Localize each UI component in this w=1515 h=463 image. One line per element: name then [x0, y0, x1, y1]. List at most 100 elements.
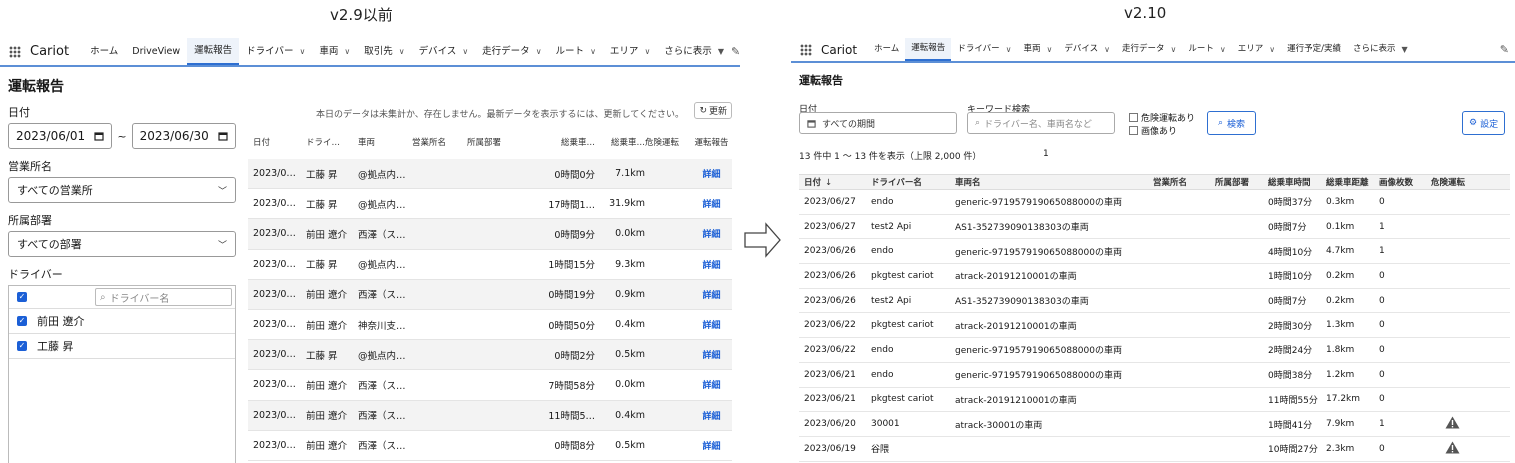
settings-button[interactable]: ⚙ 設定: [1462, 111, 1506, 135]
caret-down-icon[interactable]: ▼: [718, 38, 724, 65]
nav-tab-5[interactable]: 取引先 ∨: [357, 38, 411, 65]
date-period-select[interactable]: すべての期間: [799, 112, 957, 134]
nav-tab-6[interactable]: デバイス ∨: [412, 38, 476, 65]
column-header[interactable]: 所属部署: [467, 136, 522, 148]
chevron-down-icon[interactable]: ∨: [590, 38, 596, 65]
nav-tab-0[interactable]: ホーム: [83, 38, 125, 65]
caret-down-icon[interactable]: ▼: [1402, 38, 1408, 61]
select-all-checkbox[interactable]: ✓: [17, 292, 27, 302]
chevron-down-icon[interactable]: ∨: [462, 38, 468, 65]
column-header[interactable]: 日付 ↓: [799, 176, 868, 188]
driver-checkbox[interactable]: ✓: [17, 341, 27, 351]
table-cell-vehicle: atrack-20191210001の車両: [955, 321, 1077, 332]
detail-link[interactable]: 詳細: [691, 378, 732, 391]
table-row: 2023/0… 工藤 昇 @拠点内… 0時間2分 0.5km 詳細: [248, 340, 732, 371]
nav-tab-0[interactable]: ホーム: [868, 38, 905, 61]
column-header[interactable]: 車両: [358, 136, 412, 148]
nav-tab-2[interactable]: 運転報告: [187, 38, 240, 65]
waffle-icon[interactable]: [800, 43, 812, 56]
checkbox-box[interactable]: [1129, 126, 1138, 135]
chevron-down-icon[interactable]: ∨: [1047, 38, 1053, 61]
table-row: 2023/06/21 endo generic-971957919065088000…: [799, 363, 1510, 388]
table-cell-time: 1時間41分: [1268, 420, 1313, 431]
nav-tab-7[interactable]: 走行データ ∨: [475, 38, 548, 65]
page-number[interactable]: 1: [1043, 149, 1049, 159]
column-header[interactable]: 総乗車距離: [1323, 176, 1376, 188]
chevron-down-icon[interactable]: ∨: [644, 38, 650, 65]
column-header[interactable]: 営業所名: [412, 136, 467, 148]
driver-checkbox[interactable]: ✓: [17, 316, 27, 326]
chevron-down-icon[interactable]: ∨: [344, 38, 350, 65]
nav-tab-1[interactable]: DriveView: [125, 38, 187, 65]
nav-tab-5[interactable]: 走行データ ∨: [1116, 38, 1182, 61]
chevron-down-icon[interactable]: ∨: [1104, 38, 1110, 61]
column-header[interactable]: 日付: [248, 136, 303, 148]
dept-select[interactable]: すべての部署 ﹀: [8, 231, 236, 257]
keyword-search-input[interactable]: ⌕ ドライバー名、車両名など: [967, 112, 1115, 134]
danger-filter-checkbox[interactable]: 危険運転あり: [1129, 111, 1195, 124]
detail-link[interactable]: 詳細: [691, 167, 732, 180]
column-header[interactable]: 総乗車…: [522, 136, 595, 148]
date-from-input[interactable]: 2023/06/01: [8, 123, 113, 149]
refresh-button[interactable]: ↻ 更新: [694, 102, 732, 119]
nav-tab-10[interactable]: さらに表示 ▼: [657, 38, 731, 65]
detail-link[interactable]: 詳細: [691, 227, 732, 240]
nav-tab-1[interactable]: 運転報告: [905, 38, 952, 61]
chevron-down-icon[interactable]: ∨: [299, 38, 305, 65]
column-header[interactable]: 運転報告: [691, 136, 732, 148]
table-cell: 2023/0…: [253, 409, 296, 421]
arrow-down-icon[interactable]: ↓: [825, 178, 832, 188]
nav-tab-7[interactable]: エリア ∨: [1232, 38, 1281, 61]
detail-link[interactable]: 詳細: [691, 348, 732, 361]
waffle-icon[interactable]: [9, 45, 21, 58]
table-cell-driver: endo: [871, 369, 894, 380]
pencil-icon[interactable]: ✎: [1500, 43, 1509, 56]
detail-link[interactable]: 詳細: [691, 258, 732, 271]
column-header-label: 画像枚数: [1379, 178, 1414, 188]
column-header[interactable]: 車両名: [952, 176, 1150, 188]
nav-tab-label: エリア: [1237, 44, 1264, 54]
chevron-down-icon[interactable]: ∨: [1220, 38, 1226, 61]
column-header[interactable]: 危険運転: [1428, 176, 1488, 188]
column-header[interactable]: ドライバー名: [868, 176, 952, 188]
nav-tab-9[interactable]: エリア ∨: [603, 38, 657, 65]
date-to-input[interactable]: 2023/06/30: [131, 123, 236, 149]
column-header[interactable]: 危険運転: [645, 136, 691, 148]
column-header[interactable]: 画像枚数: [1376, 176, 1428, 188]
column-header[interactable]: 所属部署: [1212, 176, 1265, 188]
driver-search-input[interactable]: ⌕ ドライバー名: [95, 288, 232, 306]
chevron-down-icon[interactable]: ∨: [1006, 38, 1012, 61]
chevron-down-icon[interactable]: ∨: [399, 38, 405, 65]
chevron-down-icon[interactable]: ∨: [1269, 38, 1275, 61]
nav-tab-2[interactable]: ドライバー ∨: [951, 38, 1017, 61]
detail-link[interactable]: 詳細: [691, 197, 732, 210]
office-select[interactable]: すべての営業所 ﹀: [8, 177, 236, 203]
nav-tab-4[interactable]: デバイス ∨: [1058, 38, 1116, 61]
image-filter-checkbox[interactable]: 画像あり: [1129, 124, 1177, 137]
nav-tab-8[interactable]: ルート ∨: [549, 38, 603, 65]
pencil-icon[interactable]: ✎: [731, 45, 740, 58]
column-header[interactable]: 営業所名: [1150, 176, 1212, 188]
detail-link[interactable]: 詳細: [691, 318, 732, 331]
detail-link[interactable]: 詳細: [691, 288, 732, 301]
driver-list-item[interactable]: ✓ 工藤 昇: [9, 334, 235, 359]
nav-tab-4[interactable]: 車両 ∨: [312, 38, 357, 65]
table-row: 2023/06/21 pkgtest cariot atrack-201912100…: [799, 388, 1510, 413]
nav-tab-6[interactable]: ルート ∨: [1182, 38, 1231, 61]
table-cell: 7時間58分: [548, 380, 595, 392]
gear-icon: ⚙: [1469, 118, 1478, 128]
search-button[interactable]: ⌕ 検索: [1207, 111, 1257, 135]
chevron-down-icon[interactable]: ∨: [1171, 38, 1177, 61]
column-header[interactable]: 総乗車時間: [1265, 176, 1323, 188]
detail-link[interactable]: 詳細: [691, 409, 732, 422]
driver-list-item[interactable]: ✓ 前田 遼介: [9, 309, 235, 334]
chevron-down-icon[interactable]: ∨: [536, 38, 542, 65]
checkbox-box[interactable]: [1129, 113, 1138, 122]
detail-link[interactable]: 詳細: [691, 439, 732, 452]
nav-tab-9[interactable]: さらに表示 ▼: [1347, 38, 1414, 61]
nav-tab-8[interactable]: 運行予定/実績: [1281, 38, 1347, 61]
nav-tab-3[interactable]: 車両 ∨: [1018, 38, 1059, 61]
nav-tab-3[interactable]: ドライバー ∨: [239, 38, 312, 65]
column-header[interactable]: 総乗車…: [595, 136, 645, 148]
column-header[interactable]: ドライ…: [303, 136, 358, 148]
